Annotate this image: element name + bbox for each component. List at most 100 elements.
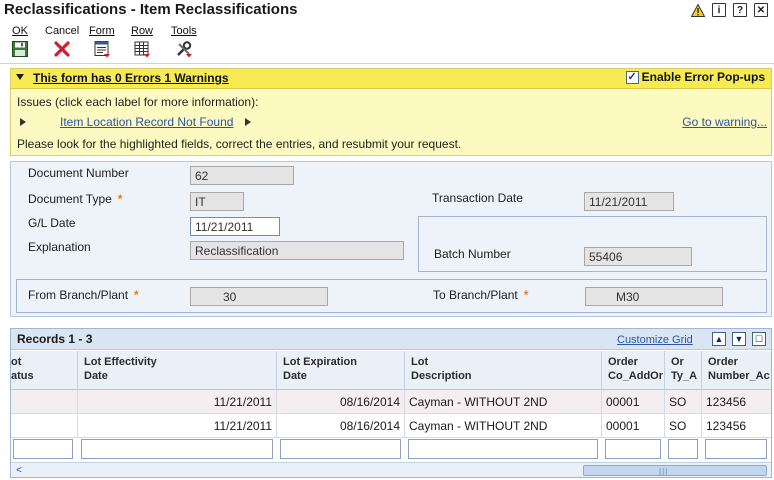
cancel-x-icon [54, 41, 70, 57]
transaction-date-label: Transaction Date [432, 191, 523, 205]
new-row-input[interactable] [705, 439, 767, 459]
scroll-thumb[interactable] [583, 465, 767, 476]
grid-header: Records 1 - 3 Customize Grid ▲ ▼ ☐ [11, 329, 771, 350]
page-title: Reclassifications - Item Reclassificatio… [4, 1, 298, 18]
checkbox-checked-icon[interactable]: ✓ [625, 70, 639, 84]
col-header-status[interactable]: ot atus [11, 351, 78, 390]
table-cell[interactable]: Cayman - WITHOUT 2ND [405, 414, 602, 438]
new-row-input[interactable] [280, 439, 401, 459]
col-header-order-number[interactable]: Order Number_Ac [702, 351, 771, 390]
from-branch-label-group: From Branch/Plant * [28, 288, 139, 302]
warning-icon[interactable] [691, 3, 705, 17]
save-icon [12, 41, 28, 57]
table-cell[interactable]: 08/16/2014 [277, 414, 405, 438]
table-cell[interactable] [11, 390, 78, 414]
new-row-input[interactable] [408, 439, 598, 459]
document-number-field: 62 [190, 166, 294, 185]
horizontal-scrollbar[interactable]: < ||| [11, 462, 771, 477]
table-cell[interactable]: 00001 [602, 414, 665, 438]
issue-arrow-icon[interactable] [245, 118, 251, 126]
table-cell[interactable]: Cayman - WITHOUT 2ND [405, 390, 602, 414]
explanation-field: Reclassification [190, 241, 404, 260]
col-header-lot-expiration-date[interactable]: Lot Expiration Date [277, 351, 405, 390]
goto-warning-link[interactable]: Go to warning... [682, 115, 767, 129]
scroll-left-icon[interactable]: < [12, 464, 26, 477]
issue-link[interactable]: Item Location Record Not Found [60, 115, 233, 129]
form-menu-icon [94, 41, 110, 58]
maximize-icon[interactable]: ☐ [752, 332, 766, 346]
error-popups-label: Enable Error Pop-ups [641, 70, 765, 84]
cancel-button[interactable]: Cancel [45, 24, 79, 58]
customize-grid-link[interactable]: Customize Grid [617, 334, 693, 346]
table-cell[interactable]: SO [665, 390, 702, 414]
new-row-input[interactable] [605, 439, 661, 459]
document-number-label: Document Number [28, 166, 129, 180]
batch-box: Batch Number 55406 [418, 216, 767, 272]
branch-box: From Branch/Plant * 30 To Branch/Plant * M… [16, 279, 767, 313]
to-branch-label-group: To Branch/Plant * [433, 288, 528, 302]
row-menu-button[interactable]: Row [131, 24, 153, 58]
tools-icon [176, 41, 192, 58]
tools-menu-button[interactable]: Tools [171, 24, 197, 58]
col-header-lot-effectivity-date[interactable]: Lot Effectivity Date [78, 351, 277, 390]
table-cell[interactable]: SO [665, 414, 702, 438]
warning-message: Please look for the highlighted fields, … [17, 137, 462, 151]
scroll-grip-icon: ||| [659, 467, 669, 476]
error-popups-toggle[interactable]: ✓ Enable Error Pop-ups [625, 70, 765, 84]
table-cell[interactable] [11, 414, 78, 438]
col-header-order-type[interactable]: Or Ty_A [665, 351, 702, 390]
batch-number-label: Batch Number [434, 247, 511, 261]
import-icon[interactable]: ▼ [732, 332, 746, 346]
records-title: Records 1 - 3 [17, 332, 93, 346]
warning-panel: This form has 0 Errors 1 Warnings ✓ Enab… [10, 68, 772, 156]
transaction-date-field: 11/21/2011 [584, 192, 674, 211]
new-row-input[interactable] [668, 439, 698, 459]
warning-header[interactable]: This form has 0 Errors 1 Warnings ✓ Enab… [11, 69, 771, 89]
gl-date-label: G/L Date [28, 216, 76, 230]
warning-title[interactable]: This form has 0 Errors 1 Warnings [33, 71, 229, 85]
help-icon[interactable]: ? [733, 3, 747, 17]
table-cell[interactable]: 08/16/2014 [277, 390, 405, 414]
row-label: Row [131, 25, 154, 37]
col-header-order-co[interactable]: Order Co_AddOr [602, 351, 665, 390]
collapse-triangle-icon[interactable] [16, 74, 24, 80]
required-asterisk: * [134, 288, 139, 302]
required-asterisk: * [117, 192, 123, 206]
expand-issue-icon[interactable] [20, 118, 26, 126]
new-row-input[interactable] [81, 439, 273, 459]
table-cell[interactable]: 11/21/2011 [78, 390, 277, 414]
table-cell[interactable]: 11/21/2011 [78, 414, 277, 438]
new-row-input[interactable] [13, 439, 73, 459]
toolbar: OK Cancel Form Row Tools [0, 24, 774, 64]
from-branch-field: 30 [190, 287, 328, 306]
header-form: Document Number 62 Document Type * IT Tra… [10, 161, 772, 317]
col-header-lot-description[interactable]: Lot Description [405, 351, 602, 390]
document-type-field: IT [190, 192, 244, 211]
issues-label: Issues (click each label for more inform… [17, 95, 259, 109]
tools-label: Tools [171, 25, 197, 37]
form-menu-button[interactable]: Form [89, 24, 115, 58]
required-asterisk: * [523, 288, 529, 302]
title-bar: Reclassifications - Item Reclassificatio… [0, 0, 774, 22]
from-branch-label: From Branch/Plant [28, 288, 129, 302]
to-branch-label: To Branch/Plant [433, 288, 518, 302]
table-cell[interactable]: 123456 [702, 390, 771, 414]
explanation-label: Explanation [28, 240, 91, 254]
records-grid: Records 1 - 3 Customize Grid ▲ ▼ ☐ ot at… [10, 328, 772, 478]
document-type-label: Document Type [28, 192, 112, 206]
ok-button[interactable]: OK [11, 24, 29, 58]
ok-label: OK [12, 25, 28, 37]
gl-date-input[interactable]: 11/21/2011 [190, 217, 280, 236]
info-icon[interactable]: i [712, 3, 726, 17]
title-icons: i ? ✕ [691, 3, 768, 17]
batch-number-field: 55406 [584, 247, 692, 266]
table-cell[interactable]: 00001 [602, 390, 665, 414]
form-label: Form [89, 25, 115, 37]
table-cell[interactable]: 123456 [702, 414, 771, 438]
export-icon[interactable]: ▲ [712, 332, 726, 346]
close-icon[interactable]: ✕ [754, 3, 768, 17]
row-menu-icon [134, 41, 150, 58]
cancel-label: Cancel [45, 25, 80, 37]
document-type-label-group: Document Type * [28, 192, 123, 206]
to-branch-field: M30 [585, 287, 723, 306]
